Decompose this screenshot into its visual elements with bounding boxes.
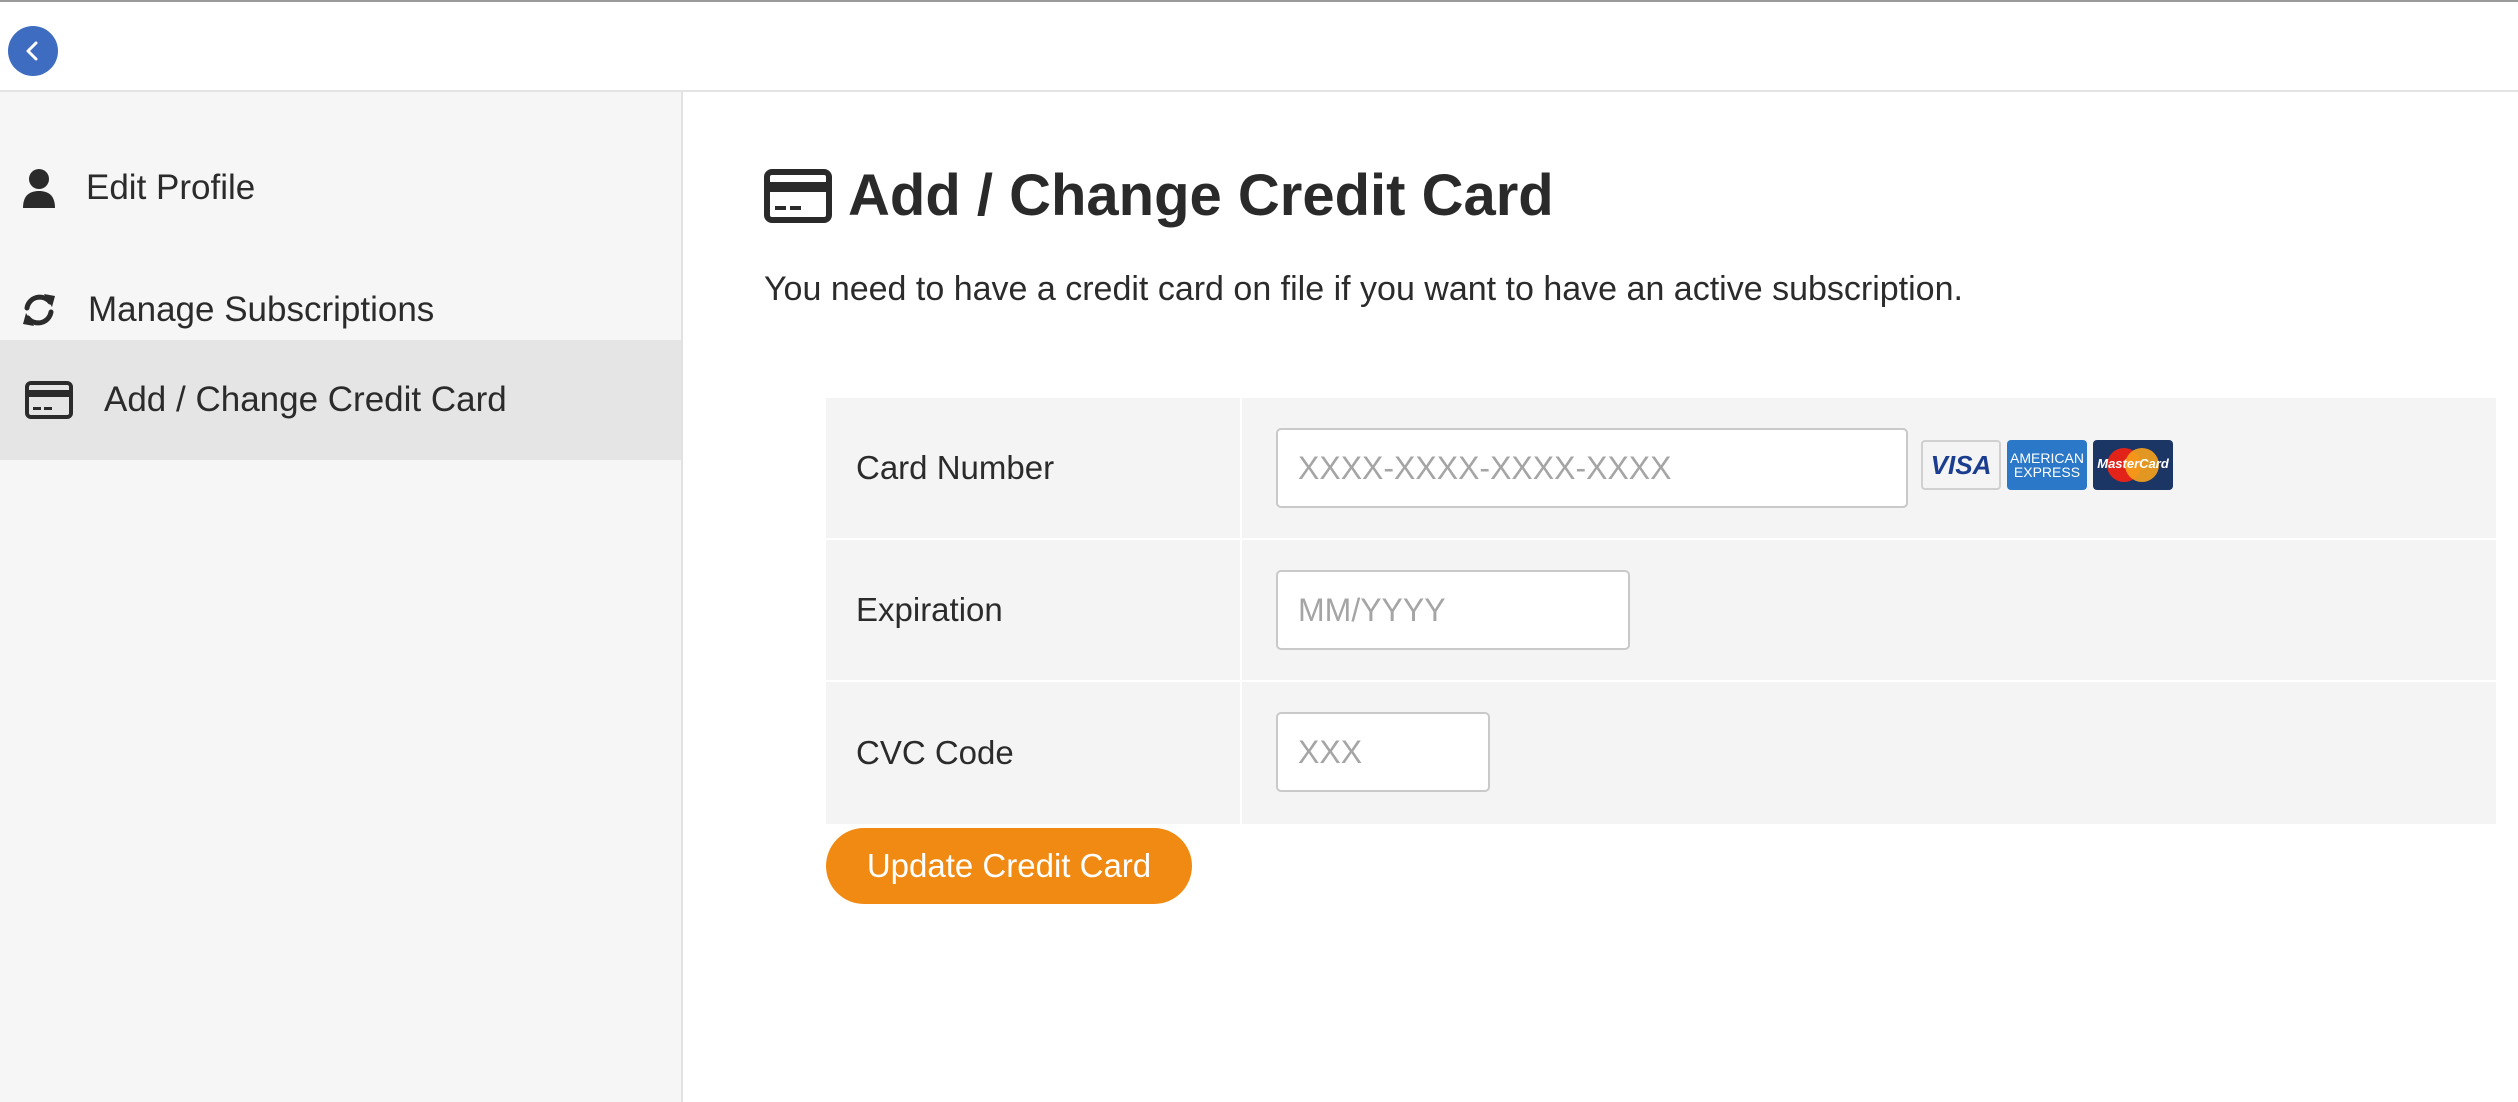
column-divider xyxy=(1240,540,1242,680)
amex-logo: AMERICAN EXPRESS xyxy=(2007,440,2087,490)
sidebar-item-edit-profile[interactable]: Edit Profile xyxy=(0,128,681,248)
sidebar-item-add-change-credit-card[interactable]: Add / Change Credit Card xyxy=(0,340,681,460)
card-number-label: Card Number xyxy=(856,449,1055,486)
mastercard-logo-text: MasterCard xyxy=(2097,456,2169,471)
back-button[interactable] xyxy=(8,26,58,76)
page-title: Add / Change Credit Card xyxy=(848,163,1554,228)
page-description: You need to have a credit card on file i… xyxy=(764,270,1963,308)
user-icon xyxy=(20,168,58,208)
expiration-input[interactable] xyxy=(1276,570,1630,650)
sidebar-item-label: Edit Profile xyxy=(86,168,256,207)
form-row-expiration: Expiration xyxy=(826,540,2496,682)
card-number-input[interactable] xyxy=(1276,428,1908,508)
amex-logo-line1: AMERICAN xyxy=(2010,450,2084,466)
cvc-label: CVC Code xyxy=(856,734,1014,771)
accepted-cards: VISA AMERICAN EXPRESS MasterCard xyxy=(1921,440,2173,490)
form-row-cvc: CVC Code xyxy=(826,682,2496,824)
mastercard-logo: MasterCard xyxy=(2093,440,2173,490)
visa-logo: VISA xyxy=(1921,440,2001,490)
column-divider xyxy=(1240,682,1242,824)
chevron-left-icon xyxy=(26,41,38,61)
column-divider xyxy=(1240,398,1242,538)
page-header: Add / Change Credit Card xyxy=(764,162,1554,229)
update-credit-card-button[interactable]: Update Credit Card xyxy=(826,828,1192,904)
sidebar-item-label: Manage Subscriptions xyxy=(88,290,435,329)
expiration-label: Expiration xyxy=(856,591,1003,628)
credit-card-icon xyxy=(24,381,74,419)
credit-card-icon xyxy=(764,168,832,223)
sidebar-item-label: Add / Change Credit Card xyxy=(104,380,507,419)
form-row-card-number: Card Number VISA AMERICAN EXPRESS Master… xyxy=(826,398,2496,540)
amex-logo-line2: EXPRESS xyxy=(2013,464,2081,480)
top-bar xyxy=(0,0,2518,92)
cvc-input[interactable] xyxy=(1276,712,1490,792)
sidebar: Edit Profile Manage Subscriptions Add / … xyxy=(0,92,683,1102)
credit-card-form: Card Number VISA AMERICAN EXPRESS Master… xyxy=(826,398,2496,824)
refresh-icon xyxy=(18,290,60,330)
main-content: Add / Change Credit Card You need to hav… xyxy=(683,92,2518,1102)
